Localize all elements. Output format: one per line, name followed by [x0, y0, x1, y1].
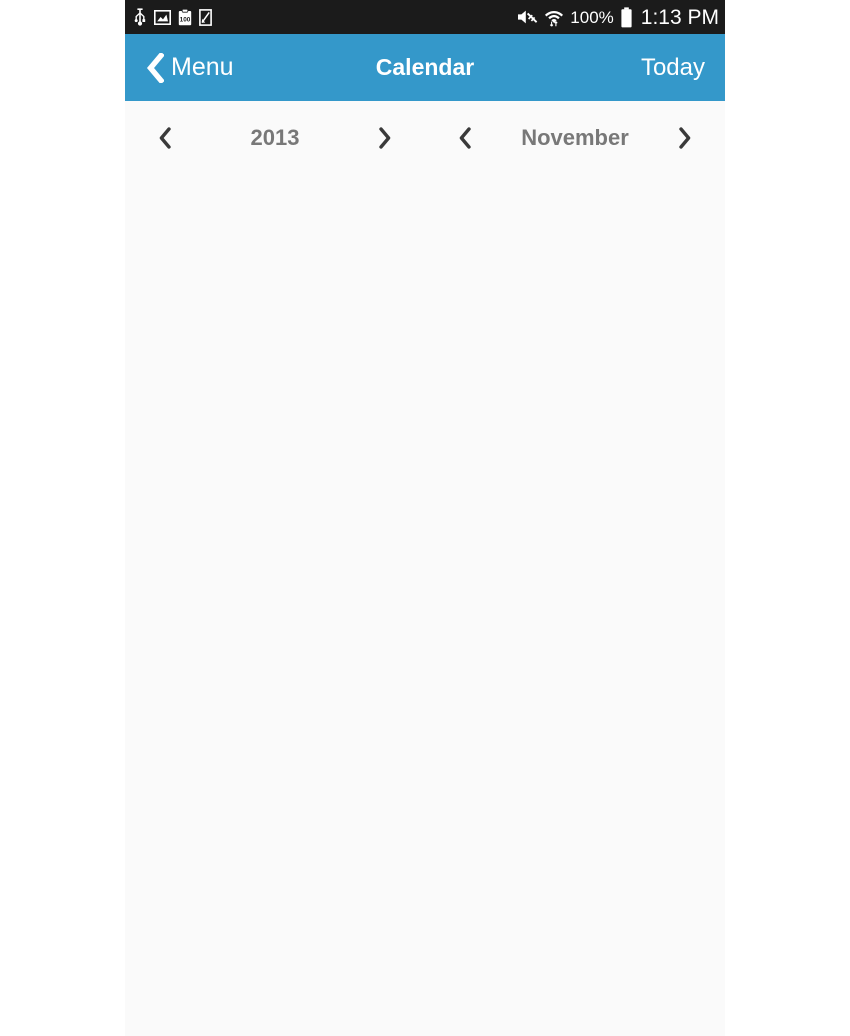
calendar-grid[interactable]	[125, 175, 725, 1036]
status-bar-clock: 1:13 PM	[640, 5, 719, 29]
year-selector: 2013	[125, 118, 425, 158]
svg-text:100: 100	[180, 16, 191, 23]
mute-volume-off-icon	[516, 8, 538, 26]
chevron-left-icon	[145, 52, 165, 83]
device-viewport: 100 100% 1:13 PM Menu Calendar Today 201…	[125, 0, 725, 1036]
document-note-icon	[199, 8, 212, 26]
month-value: November	[521, 125, 629, 150]
battery-percent-label: 100%	[570, 7, 614, 27]
month-next-button[interactable]	[665, 118, 705, 158]
status-bar-right-icons: 100% 1:13 PM	[516, 7, 719, 28]
year-next-button[interactable]	[365, 118, 405, 158]
clipboard-100-icon: 100	[178, 8, 192, 26]
chevron-right-icon	[379, 127, 391, 149]
battery-full-icon	[620, 6, 633, 28]
screenshot-image-icon	[154, 9, 171, 25]
status-bar-left-icons: 100	[133, 8, 212, 26]
year-value: 2013	[250, 125, 300, 150]
back-menu-label: Menu	[171, 53, 234, 81]
year-prev-button[interactable]	[145, 118, 185, 158]
usb-icon	[133, 8, 147, 26]
chevron-left-icon	[459, 127, 471, 149]
back-menu-button[interactable]: Menu	[145, 52, 234, 83]
today-button[interactable]: Today	[641, 55, 705, 80]
month-selector: November	[425, 118, 725, 158]
date-selector-row: 2013 November	[125, 101, 725, 175]
chevron-right-icon	[679, 127, 691, 149]
wifi-data-icon	[544, 8, 564, 27]
status-bar: 100 100% 1:13 PM	[125, 0, 725, 34]
nav-bar: Menu Calendar Today	[125, 34, 725, 101]
chevron-left-icon	[159, 127, 171, 149]
month-prev-button[interactable]	[445, 118, 485, 158]
